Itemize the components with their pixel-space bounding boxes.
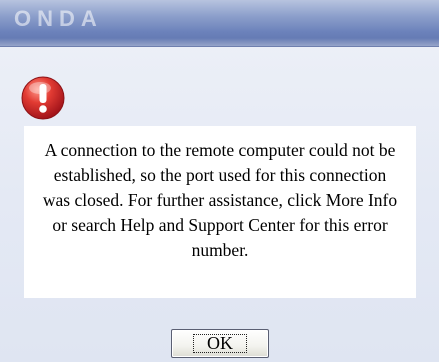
brand-logo: ONDA [14, 6, 103, 30]
ok-button[interactable]: OK [171, 329, 269, 358]
error-dialog: ONDA A connection to the remote computer… [0, 0, 439, 362]
ok-button-label: OK [207, 333, 233, 353]
error-message: A connection to the remote computer coul… [42, 140, 398, 260]
message-panel: A connection to the remote computer coul… [24, 126, 416, 298]
svg-text:ONDA: ONDA [14, 6, 103, 30]
title-bar[interactable]: ONDA [0, 0, 439, 47]
exclamation-circle-icon [21, 76, 65, 120]
